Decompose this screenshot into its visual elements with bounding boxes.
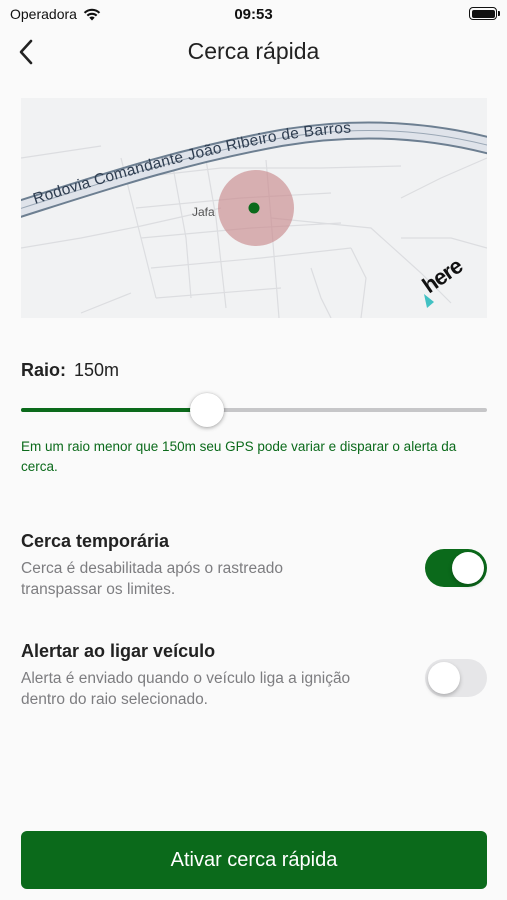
navigation-bar: Cerca rápida <box>0 28 507 76</box>
option-temporary-fence: Cerca temporária Cerca é desabilitada ap… <box>21 531 487 600</box>
radius-value: 150m <box>74 360 120 380</box>
town-label: Jafa <box>192 205 215 219</box>
activate-quick-fence-button[interactable]: Ativar cerca rápida <box>21 831 487 889</box>
ignition-alert-toggle[interactable] <box>425 659 487 697</box>
location-marker <box>248 202 260 214</box>
status-time: 09:53 <box>234 6 273 23</box>
svg-text:here: here <box>418 253 468 298</box>
option-title: Alertar ao ligar veículo <box>21 641 216 661</box>
radius-hint: Em um raio menor que 150m seu GPS pode v… <box>21 439 457 474</box>
radius-slider[interactable] <box>21 393 487 427</box>
slider-fill <box>21 408 208 412</box>
temporary-fence-toggle[interactable] <box>425 549 487 587</box>
here-logo: here <box>418 253 468 298</box>
radius-label: Raio: <box>21 360 66 380</box>
option-description: Alerta é enviado quando o veículo liga a… <box>21 670 351 708</box>
radius-readout: Raio: 150m <box>21 360 119 381</box>
option-description: Cerca é desabilitada após o rastreado tr… <box>21 560 283 598</box>
status-bar: Operadora 09:53 <box>0 0 507 28</box>
battery-icon <box>469 7 500 20</box>
map-view[interactable]: Rodovia Comandante João Ribeiro de Barro… <box>21 98 487 318</box>
option-title: Cerca temporária <box>21 531 170 551</box>
option-ignition-alert: Alertar ao ligar veículo Alerta é enviad… <box>21 641 487 710</box>
page-title: Cerca rápida <box>187 38 320 64</box>
slider-thumb[interactable] <box>190 393 225 427</box>
